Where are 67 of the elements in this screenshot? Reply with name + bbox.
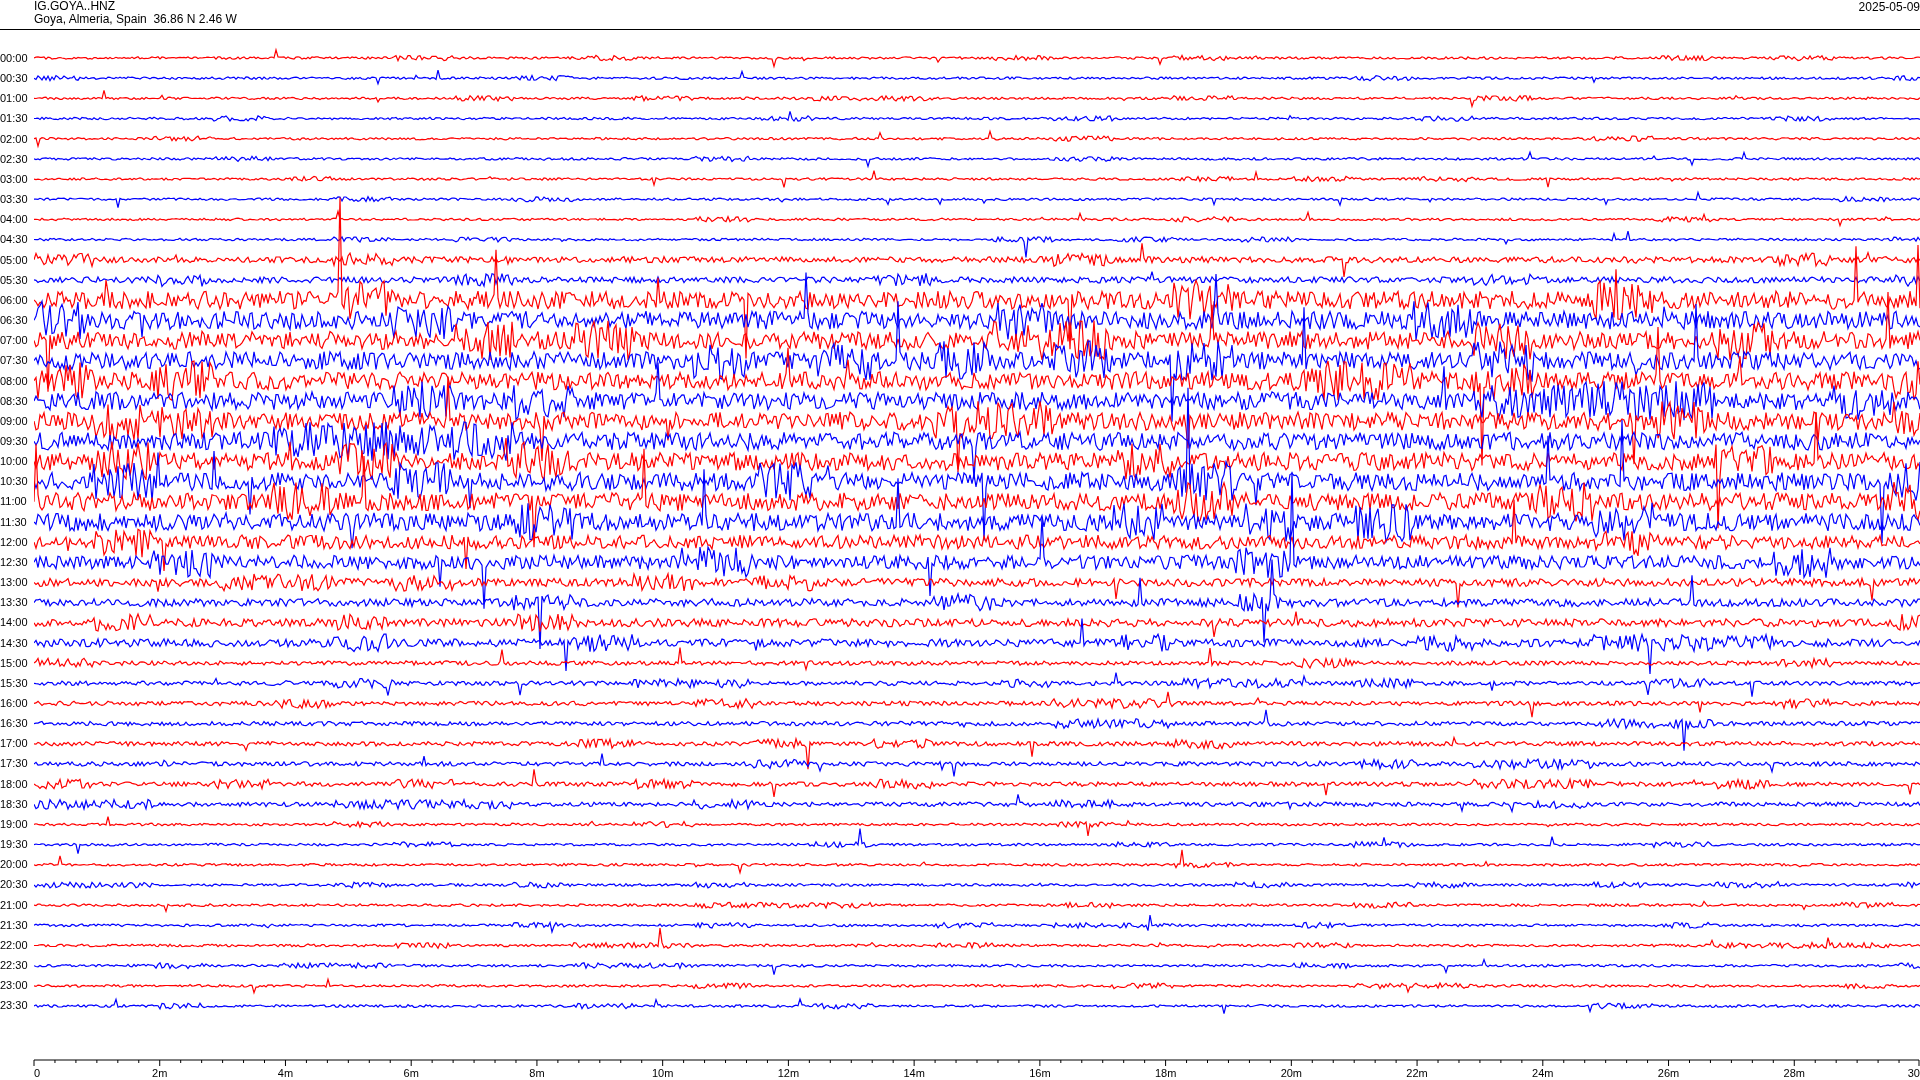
- time-label: 13:00: [0, 575, 28, 591]
- time-label: 07:30: [0, 353, 28, 369]
- time-label: 18:00: [0, 776, 28, 792]
- axis-tick-label: 20m: [1280, 1066, 1303, 1079]
- time-label: 00:00: [0, 51, 28, 66]
- time-label: 03:00: [0, 171, 28, 187]
- time-label: 08:00: [0, 373, 28, 389]
- time-label: 16:00: [0, 696, 28, 711]
- axis-tick-label: 14m: [903, 1066, 925, 1079]
- time-label: 15:30: [0, 675, 28, 691]
- time-label: 17:30: [0, 756, 28, 772]
- axis-tick-label: 10m: [651, 1066, 674, 1079]
- time-label: 23:00: [0, 978, 28, 994]
- time-label: 12:00: [0, 534, 28, 550]
- axis-tick-label: 16m: [1029, 1066, 1051, 1079]
- time-label: 20:30: [0, 877, 28, 893]
- station-location: Goya, Almeria, Spain 36.86 N 2.46 W: [34, 13, 237, 26]
- time-label: 01:00: [0, 91, 28, 107]
- axis-tick-label: 26m: [1657, 1066, 1680, 1079]
- time-label: 03:30: [0, 192, 28, 208]
- axis-tick-label: 4m: [277, 1066, 294, 1079]
- axis-tick-label: 2m: [152, 1066, 168, 1079]
- time-label: 14:30: [0, 635, 28, 651]
- time-label: 23:30: [0, 998, 28, 1014]
- time-label: 04:00: [0, 212, 28, 228]
- axis-tick-label: 8m: [529, 1066, 545, 1079]
- time-label: 20:00: [0, 857, 28, 873]
- time-label: 06:00: [0, 292, 28, 308]
- time-label: 10:30: [0, 474, 28, 490]
- axis-tick-label: 12m: [777, 1066, 800, 1079]
- time-label: 06:30: [0, 313, 28, 329]
- time-label: 02:00: [0, 131, 28, 147]
- time-label: 12:30: [0, 554, 28, 570]
- station-code: IG.GOYA..HNZ: [34, 0, 117, 13]
- time-label: 08:30: [0, 393, 28, 409]
- axis-tick-label: 18m: [1154, 1066, 1177, 1079]
- time-label: 21:00: [0, 897, 28, 913]
- axis-tick-label: 0: [34, 1066, 41, 1079]
- time-label: 02:30: [0, 151, 28, 167]
- time-label: 21:30: [0, 917, 28, 933]
- time-label: 00:30: [0, 71, 28, 87]
- time-label: 07:00: [0, 333, 28, 349]
- time-label: 19:30: [0, 837, 28, 853]
- time-label: 05:30: [0, 272, 28, 288]
- time-label: 10:00: [0, 454, 28, 470]
- axis-tick-label: 24m: [1532, 1066, 1554, 1079]
- axis-tick-label: 6m: [403, 1066, 419, 1079]
- time-label: 14:00: [0, 615, 28, 631]
- axis-tick-label: 30: [1907, 1066, 1920, 1079]
- time-label: 04:30: [0, 232, 28, 248]
- axis-tick-label: 22m: [1406, 1066, 1428, 1079]
- time-label: 17:00: [0, 736, 28, 752]
- time-label: 16:30: [0, 716, 28, 732]
- time-label: 22:30: [0, 958, 28, 974]
- time-label: 09:00: [0, 413, 28, 429]
- time-label: 05:00: [0, 252, 28, 268]
- time-label: 13:30: [0, 595, 28, 611]
- time-label: 19:00: [0, 816, 28, 832]
- time-label: 09:30: [0, 433, 28, 449]
- time-label: 22:00: [0, 937, 28, 953]
- time-label: 18:30: [0, 796, 28, 812]
- time-label: 11:30: [0, 514, 27, 530]
- date-label: 2025-05-09: [1858, 0, 1920, 16]
- axis-tick-label: 28m: [1783, 1066, 1805, 1079]
- time-label: 11:00: [0, 494, 27, 510]
- time-label: 15:00: [0, 655, 28, 671]
- time-label: 01:30: [0, 111, 28, 127]
